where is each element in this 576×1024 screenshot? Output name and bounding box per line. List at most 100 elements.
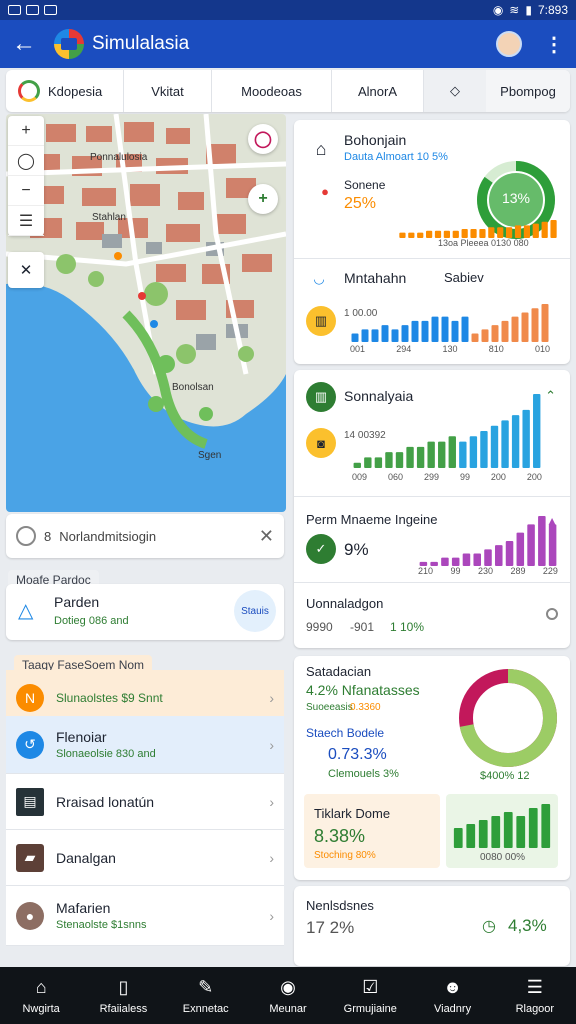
- stats-card[interactable]: Nenlsdsnes 17 2% ◷ 4,3%: [294, 886, 570, 966]
- map-pin-icon[interactable]: [138, 292, 146, 300]
- list-item[interactable]: ▤ Rraisad lonatún ›: [6, 774, 284, 830]
- bar: [459, 441, 467, 468]
- stats-card[interactable]: Satadacian 4.2% Nfanatasses Suoeeasis 0.…: [294, 656, 570, 880]
- map-pin-icon[interactable]: [114, 252, 122, 260]
- bar: [401, 325, 409, 342]
- sub-card[interactable]: Tiklark Dome 8.38% Stoching 80%: [304, 794, 440, 868]
- nav-item-more[interactable]: ☰ Rlagoor: [494, 967, 576, 1024]
- sub-card-sub: Stoching 80%: [314, 850, 376, 861]
- search-prefix: 8: [44, 528, 52, 544]
- mini-bar-chart: [453, 804, 551, 848]
- add-icon[interactable]: +: [248, 184, 278, 214]
- tab-filter[interactable]: ◇: [424, 70, 486, 112]
- item-icon: ↺: [16, 730, 44, 759]
- sub-card[interactable]: 0080 00%: [446, 794, 558, 868]
- tab-label: AlnorA: [357, 83, 398, 99]
- metric-label: Sonene: [344, 178, 386, 192]
- nav-item-menu[interactable]: ◉ Meunar: [247, 967, 329, 1024]
- record-icon[interactable]: ◯: [248, 124, 278, 154]
- measure-icon[interactable]: ✕: [8, 252, 44, 288]
- search-input[interactable]: 8 Norlandmitsiogin ✕: [6, 514, 284, 558]
- bar: [484, 549, 492, 566]
- metric-line: 4.2% Nfanatasses: [306, 682, 420, 698]
- mini-chart-caption: 0080 00%: [480, 852, 526, 863]
- check-icon: ✓: [306, 534, 336, 564]
- purple-bar-chart: [419, 516, 557, 566]
- bottom-navigation: ⌂ Nwgirta ▯ Rfaiialess ✎ Exnnetac ◉ Meunar ☑…: [0, 967, 576, 1024]
- x-tick: 99: [450, 566, 461, 576]
- map-canvas: Ponnalulosia Stahlan Bonolsan Sgen: [6, 114, 286, 512]
- nav-label: Exnnetac: [182, 1002, 229, 1015]
- bar: [471, 333, 479, 342]
- location-icon[interactable]: ◯: [8, 146, 44, 176]
- bar: [528, 808, 538, 848]
- map-label: Stahlan: [92, 212, 126, 223]
- bar: [521, 312, 529, 342]
- avatar[interactable]: [496, 31, 522, 57]
- metric-value: 17 2%: [306, 918, 355, 937]
- chevron-right-icon: ›: [269, 689, 274, 706]
- nav-label: Nwgirta: [22, 1002, 60, 1015]
- wifi-icon: ≋: [509, 3, 520, 17]
- bar: [516, 816, 526, 848]
- more-options-icon[interactable]: ⋮: [544, 32, 564, 57]
- metric-line: Staech Bodele: [306, 726, 385, 740]
- tab-kdopesia[interactable]: Kdopesia: [6, 70, 124, 112]
- parden-card[interactable]: △ Parden Dotieg 086 and Stauis: [6, 584, 284, 640]
- layers-icon[interactable]: ☰: [8, 206, 44, 236]
- list-item[interactable]: ● Mafarien Stenaolste $1snns ›: [6, 886, 284, 946]
- back-arrow-icon[interactable]: ←: [12, 30, 40, 58]
- radio-icon[interactable]: [546, 608, 558, 620]
- map-view[interactable]: Ponnalulosia Stahlan Bonolsan Sgen: [6, 114, 286, 512]
- x-tick: 299: [423, 472, 439, 482]
- bar: [434, 230, 442, 238]
- bar: [473, 553, 481, 566]
- tab-moodeoas[interactable]: Moodeoas: [212, 70, 332, 112]
- signal-icon: ▮: [525, 3, 532, 17]
- metric-value: 0.73.3%: [328, 746, 387, 763]
- bar: [453, 828, 463, 848]
- metric-value: 9%: [344, 540, 369, 559]
- x-tick: 810: [488, 344, 504, 354]
- sub-card-value: 8.38%: [314, 826, 366, 846]
- zoom-out-icon[interactable]: −: [8, 176, 44, 206]
- bar: [461, 229, 468, 238]
- item-icon: ●: [16, 901, 44, 930]
- nav-item-home[interactable]: ⌂ Nwgirta: [0, 967, 82, 1024]
- map-pin-icon[interactable]: [150, 320, 158, 328]
- bar: [381, 325, 389, 342]
- bar: [351, 333, 359, 342]
- shop-icon: ▥: [306, 306, 336, 336]
- app-title: Simulalasia: [92, 33, 190, 54]
- nav-item-profile[interactable]: ☻ Viadnry: [411, 967, 493, 1024]
- list-item-subtitle: Stenaolste $1snns: [56, 919, 147, 931]
- bar: [364, 457, 372, 468]
- tab-pbompog[interactable]: Pbompog: [486, 70, 570, 112]
- nav-item-edit[interactable]: ✎ Exnnetac: [165, 967, 247, 1024]
- stats-card[interactable]: ⌂ Bohonjain Dauta Almoart 10 5% ● Sonene…: [294, 120, 570, 364]
- x-tick: 001: [350, 344, 366, 354]
- nav-item-tasks[interactable]: ☑ Grmujiaine: [329, 967, 411, 1024]
- x-tick: 99: [459, 472, 470, 482]
- close-icon[interactable]: ✕: [259, 526, 274, 547]
- bar: [406, 446, 414, 468]
- list-item[interactable]: ↺ Flenoiar Slonaeolsie 830 and ›: [6, 716, 284, 774]
- x-tick: 200: [490, 472, 506, 482]
- bar: [416, 446, 425, 468]
- metric-sub: Suoeeasis: [306, 702, 353, 713]
- x-tick: 229: [542, 566, 558, 576]
- zoom-in-icon[interactable]: +: [8, 116, 44, 146]
- list-item[interactable]: ▰ Danalgan ›: [6, 830, 284, 886]
- nav-item-files[interactable]: ▯ Rfaiialess: [82, 967, 164, 1024]
- tab-bar: Kdopesia Vkitat Moodeoas AlnorA ◇ Pbompo…: [6, 70, 570, 112]
- tab-alnora[interactable]: AlnorA: [332, 70, 424, 112]
- robot-icon: ●: [321, 183, 329, 199]
- stats-card[interactable]: ▥ Sonnalyaia ⌃ ◙ 14 00392 009 060 299 99…: [294, 370, 570, 648]
- status-badge[interactable]: Stauis: [234, 590, 276, 632]
- notification-icon: [44, 5, 57, 15]
- x-tick: 230: [477, 566, 493, 576]
- tab-vkitat[interactable]: Vkitat: [124, 70, 212, 112]
- bar: [451, 320, 459, 342]
- nav-label: Viadnry: [433, 1002, 472, 1015]
- bar: [481, 329, 489, 342]
